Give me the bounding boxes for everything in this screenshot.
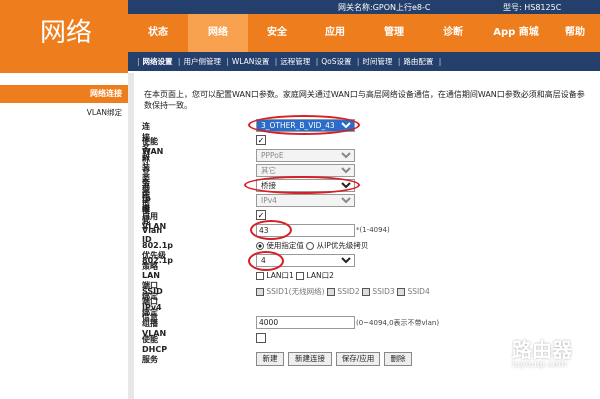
main-nav: 状态 网络 安全 应用 管理 诊断 App 商城 帮助 xyxy=(128,14,600,52)
new-connection-button[interactable]: 新建连接 xyxy=(288,352,332,366)
lan2-label: LAN口2 xyxy=(306,271,334,280)
subnav-wlan[interactable]: WLAN设置 xyxy=(232,57,270,66)
logo: 网络 xyxy=(0,0,128,73)
save-apply-button[interactable]: 保存/应用 xyxy=(336,352,380,366)
p8021-select[interactable]: 4 xyxy=(256,254,355,267)
lan2-checkbox[interactable] xyxy=(296,272,305,280)
mcast-note: (0~4094,0表示不带vlan) xyxy=(356,319,440,327)
lan1-label: LAN口1 xyxy=(266,271,294,280)
nav-status[interactable]: 状态 xyxy=(128,14,188,52)
nav-help[interactable]: 帮助 xyxy=(550,14,600,52)
ssid2-checkbox[interactable] xyxy=(326,288,335,296)
watermark-text: 路由器 xyxy=(512,338,572,362)
ssid1-label: SSID1(无线网络) xyxy=(266,287,325,296)
policy-opt1-label: 使用指定值 xyxy=(266,241,304,250)
nav-manage[interactable]: 管理 xyxy=(364,14,424,52)
page-description: 在本页面上，您可以配置WAN口参数。家庭网关通过WAN口与高层网络设备通信，在通… xyxy=(144,90,585,110)
mcast-input[interactable] xyxy=(256,316,355,329)
vlan-id-input[interactable] xyxy=(256,224,355,237)
ssid4-label: SSID4 xyxy=(407,287,430,296)
new-button[interactable]: 新建 xyxy=(256,352,284,366)
top-info-bar: 网关名称:GPON上行e8-C 型号: HS8125C xyxy=(128,0,600,14)
dhcp-checkbox[interactable] xyxy=(256,333,266,343)
nav-apps[interactable]: 应用 xyxy=(306,14,364,52)
divider xyxy=(128,73,134,399)
delete-button[interactable]: 删除 xyxy=(384,352,412,366)
nav-app-store[interactable]: App 商城 xyxy=(482,14,550,52)
vlan-id-note: *(1-4094) xyxy=(356,226,390,234)
policy-radio-fixed[interactable] xyxy=(256,242,264,250)
nav-network[interactable]: 网络 xyxy=(188,14,248,52)
subnav-qos[interactable]: QoS设置 xyxy=(321,57,351,66)
watermark-sub: luyouqi.com xyxy=(512,360,568,370)
dhcp-label: 使能DHCP服务 xyxy=(142,335,168,364)
router-logo-icon xyxy=(464,330,504,366)
ssid4-checkbox[interactable] xyxy=(397,288,406,296)
mode-select[interactable]: 桥接 xyxy=(256,179,355,192)
encap-select[interactable]: PPPoE xyxy=(256,149,355,162)
policy-radio-copy[interactable] xyxy=(306,242,315,250)
lan1-checkbox[interactable] xyxy=(256,272,264,280)
ssid1-checkbox[interactable] xyxy=(256,288,264,296)
conn-name-select[interactable]: 3_OTHER_B_VID_43 xyxy=(256,119,355,132)
enable-vlan-checkbox[interactable]: ✓ xyxy=(256,210,266,220)
ip-mode-select[interactable]: IPv4 xyxy=(256,194,355,207)
sub-nav: | 网络设置 | 用户侧管理 | WLAN设置 | 远程管理 | QoS设置 | 时间管理 … xyxy=(128,52,600,71)
policy-opt2-label: 从IP优先级拷贝 xyxy=(316,241,369,250)
left-panel: 网络连接 VLAN绑定 xyxy=(0,73,128,399)
ssid3-label: SSID3 xyxy=(372,287,395,296)
ssid2-label: SSID2 xyxy=(337,287,360,296)
subnav-network-settings[interactable]: 网络设置 xyxy=(143,57,173,66)
gateway-name: 网关名称:GPON上行e8-C xyxy=(338,3,431,12)
subnav-route[interactable]: 路由配置 xyxy=(403,57,433,66)
subnav-time[interactable]: 时间管理 xyxy=(362,57,392,66)
enable-wan-checkbox[interactable]: ✓ xyxy=(256,135,266,145)
model-name: 型号: HS8125C xyxy=(503,3,562,12)
router-admin-page: 网络 网关名称:GPON上行e8-C 型号: HS8125C 状态 网络 安全 … xyxy=(0,0,600,399)
nav-diagnose[interactable]: 诊断 xyxy=(424,14,482,52)
left-item-connection[interactable]: 网络连接 xyxy=(0,85,128,103)
ssid3-checkbox[interactable] xyxy=(361,288,370,296)
p8021-label: 802.1p xyxy=(142,256,174,265)
service-select[interactable]: 其它 xyxy=(256,164,355,177)
left-item-vlan[interactable]: VLAN绑定 xyxy=(87,107,122,118)
subnav-user-side[interactable]: 用户侧管理 xyxy=(183,57,221,66)
watermark: 路由器 luyouqi.com xyxy=(462,330,592,380)
nav-security[interactable]: 安全 xyxy=(248,14,306,52)
subnav-remote[interactable]: 远程管理 xyxy=(280,57,310,66)
